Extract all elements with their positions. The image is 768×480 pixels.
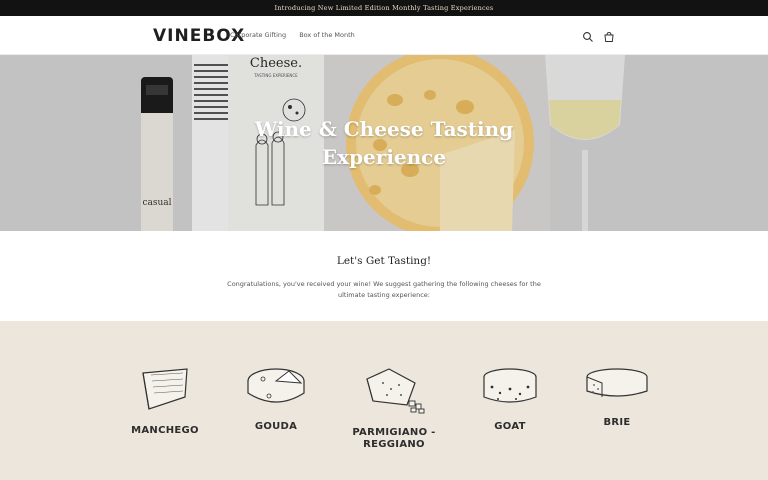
- cheese-name: GOUDA: [254, 421, 298, 432]
- hero-title: Wine & Cheese Tasting Experience: [254, 117, 514, 169]
- site-header: VINEBOX Corporate Gifting Box of the Mon…: [0, 16, 768, 55]
- intro-body: Congratulations, you've received your wi…: [227, 280, 541, 299]
- cheese-item-parmigiano: PARMIGIANO -REGGIANO: [344, 365, 444, 451]
- intro-heading: Let's Get Tasting!: [336, 255, 432, 267]
- goat-cheese-icon: [483, 368, 537, 403]
- cheese-name: GOAT: [494, 421, 526, 432]
- cheese-name: MANCHEGO: [131, 425, 199, 436]
- cart-icon[interactable]: [603, 28, 615, 42]
- manchego-icon: [142, 368, 188, 410]
- brie-icon: [586, 368, 648, 397]
- cheese-item-goat: GOAT: [460, 365, 560, 433]
- cheese-name: PARMIGIANO -REGGIANO: [352, 427, 436, 450]
- cheese-name: BRIE: [603, 417, 631, 428]
- nav-link-corporate-gifting[interactable]: Corporate Gifting: [230, 31, 286, 39]
- intro-section: Let's Get Tasting! Congratulations, you'…: [0, 231, 768, 321]
- cheese-list: MANCHEGO GOUDA PARMIGIANO -REGGIANO GOAT…: [0, 321, 768, 480]
- cheese-item-brie: BRIE: [567, 365, 667, 429]
- main-nav: Corporate Gifting Box of the Month: [230, 31, 355, 39]
- gouda-icon: [247, 368, 305, 403]
- parmigiano-icon: [366, 368, 425, 414]
- cheese-item-gouda: GOUDA: [226, 365, 326, 433]
- nav-link-box-of-the-month[interactable]: Box of the Month: [299, 31, 355, 39]
- announcement-text: Introducing New Limited Edition Monthly …: [274, 4, 494, 12]
- cheese-item-manchego: MANCHEGO: [115, 365, 215, 437]
- search-icon[interactable]: [582, 28, 594, 42]
- hero-banner: casual Cheese. TASTING EXPERIENCE Wine &…: [0, 55, 768, 231]
- announcement-bar: Introducing New Limited Edition Monthly …: [0, 0, 768, 16]
- header-icons: [582, 28, 615, 42]
